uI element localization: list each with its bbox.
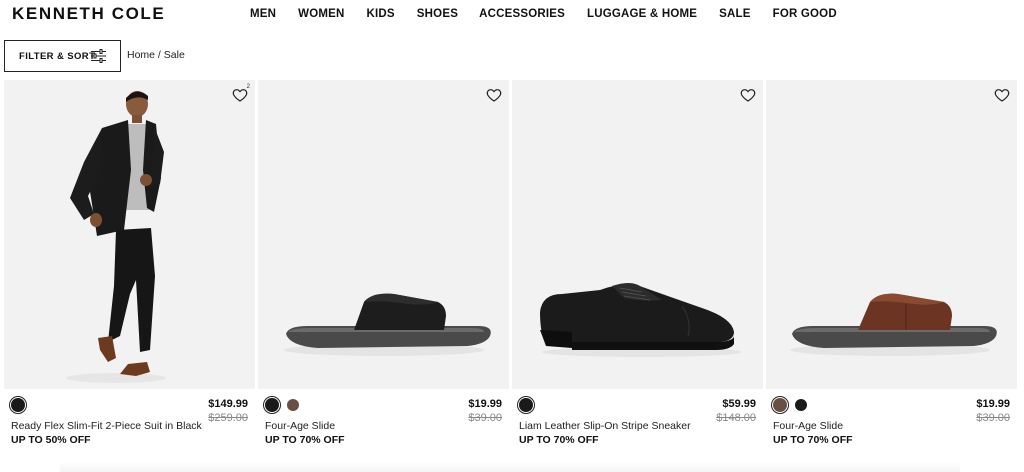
nav-item-luggage-home[interactable]: LUGGAGE & HOME xyxy=(587,8,697,20)
breadcrumb-sale[interactable]: Sale xyxy=(164,49,185,61)
product-name[interactable]: Four-Age Slide xyxy=(773,420,843,432)
promo-label: UP TO 70% OFF xyxy=(265,434,345,446)
sale-price: $19.99 xyxy=(468,398,502,410)
black-slide-image xyxy=(284,293,491,356)
product-card: 2 $149.99 $259.00 Ready Flex Slim-Fit 2-… xyxy=(4,80,255,472)
original-price: $39.00 xyxy=(976,412,1010,424)
color-swatch-brown[interactable] xyxy=(287,399,299,411)
heart-icon[interactable] xyxy=(740,87,756,103)
filter-sort-button[interactable]: FILTER & SORT xyxy=(4,40,121,72)
nav-item-for-good[interactable]: FOR GOOD xyxy=(773,8,837,20)
color-swatches xyxy=(773,398,807,412)
color-swatch-black[interactable] xyxy=(265,398,279,412)
nav-item-sale[interactable]: SALE xyxy=(719,8,750,20)
color-swatches xyxy=(11,398,25,412)
promo-label: UP TO 70% OFF xyxy=(519,434,599,446)
breadcrumb-home[interactable]: Home xyxy=(127,49,155,61)
original-price: $39.00 xyxy=(468,412,502,424)
color-swatch-brown[interactable] xyxy=(773,398,787,412)
sliders-icon xyxy=(91,49,106,63)
promo-label: UP TO 50% OFF xyxy=(11,434,91,446)
color-swatches xyxy=(519,398,533,412)
color-swatch-black[interactable] xyxy=(11,398,25,412)
color-swatch-black[interactable] xyxy=(795,399,807,411)
main-nav: MEN WOMEN KIDS SHOES ACCESSORIES LUGGAGE… xyxy=(250,8,837,20)
promo-label: UP TO 70% OFF xyxy=(773,434,853,446)
wishlist-count: 2 xyxy=(246,84,250,90)
product-name[interactable]: Liam Leather Slip-On Stripe Sneaker xyxy=(519,420,691,432)
filter-sort-label: FILTER & SORT xyxy=(19,50,96,62)
product-image[interactable]: 2 xyxy=(4,80,255,389)
sale-price: $19.99 xyxy=(976,398,1010,410)
product-name[interactable]: Four-Age Slide xyxy=(265,420,335,432)
page-fade xyxy=(60,462,960,472)
brown-slide-image xyxy=(790,293,997,356)
heart-icon[interactable] xyxy=(994,87,1010,103)
nav-item-kids[interactable]: KIDS xyxy=(367,8,395,20)
product-image[interactable] xyxy=(512,80,763,389)
color-swatches xyxy=(265,398,299,412)
product-card: $19.99 $39.00 Four-Age Slide UP TO 70% O… xyxy=(766,80,1017,472)
suit-model-image xyxy=(66,91,166,383)
heart-icon[interactable] xyxy=(486,87,502,103)
product-image[interactable] xyxy=(258,80,509,389)
nav-item-men[interactable]: MEN xyxy=(250,8,276,20)
breadcrumb: Home / Sale xyxy=(127,49,185,61)
original-price: $259.00 xyxy=(208,412,248,424)
heart-icon[interactable] xyxy=(232,87,248,103)
nav-item-women[interactable]: WOMEN xyxy=(298,8,344,20)
black-oxford-image xyxy=(540,283,742,357)
nav-item-shoes[interactable]: SHOES xyxy=(417,8,458,20)
site-header: KENNETH COLE MEN WOMEN KIDS SHOES ACCESS… xyxy=(0,0,1024,30)
breadcrumb-separator: / xyxy=(155,49,164,61)
brand-logo[interactable]: KENNETH COLE xyxy=(12,4,165,24)
product-name[interactable]: Ready Flex Slim-Fit 2-Piece Suit in Blac… xyxy=(11,420,202,432)
sale-price: $59.99 xyxy=(722,398,756,410)
product-image[interactable] xyxy=(766,80,1017,389)
product-card: $59.99 $148.00 Liam Leather Slip-On Stri… xyxy=(512,80,763,472)
original-price: $148.00 xyxy=(716,412,756,424)
sale-price: $149.99 xyxy=(208,398,248,410)
product-card: $19.99 $39.00 Four-Age Slide UP TO 70% O… xyxy=(258,80,509,472)
color-swatch-black[interactable] xyxy=(519,398,533,412)
product-grid: 2 $149.99 $259.00 Ready Flex Slim-Fit 2-… xyxy=(4,80,1020,472)
nav-item-accessories[interactable]: ACCESSORIES xyxy=(479,8,565,20)
